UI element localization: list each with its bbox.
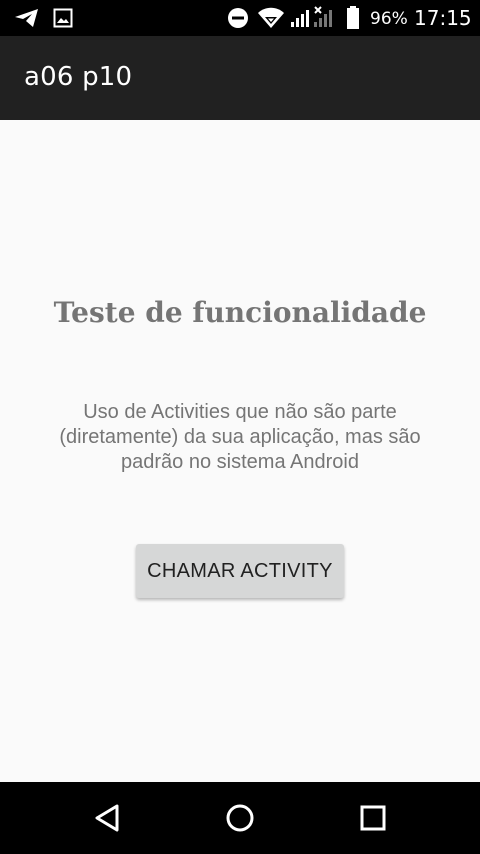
page-heading: Teste de funcionalidade bbox=[53, 296, 427, 329]
home-icon bbox=[226, 804, 254, 832]
app-title: a06 p10 bbox=[24, 62, 133, 92]
signal-no-data-icon bbox=[314, 6, 332, 27]
app-toolbar: a06 p10 bbox=[0, 36, 480, 120]
image-icon bbox=[53, 8, 73, 28]
battery-percentage: 96% bbox=[370, 9, 408, 29]
recents-icon bbox=[360, 805, 386, 831]
navigation-bar bbox=[0, 782, 480, 854]
back-button[interactable] bbox=[85, 796, 129, 840]
home-button[interactable] bbox=[218, 796, 262, 840]
clock: 17:15 bbox=[414, 6, 472, 30]
battery-icon bbox=[347, 6, 359, 29]
do-not-disturb-icon bbox=[228, 8, 248, 28]
telegram-icon bbox=[15, 9, 38, 27]
wifi-icon bbox=[258, 7, 284, 28]
recents-button[interactable] bbox=[351, 796, 395, 840]
back-icon bbox=[95, 804, 119, 832]
status-bar: 96% 17:15 bbox=[0, 0, 480, 36]
signal-icon bbox=[291, 10, 309, 27]
call-activity-button[interactable]: CHAMAR ACTIVITY bbox=[136, 544, 344, 598]
main-content: Teste de funcionalidade Uso de Activitie… bbox=[0, 120, 480, 782]
description-text: Uso de Activities que não são parte (dir… bbox=[59, 401, 421, 473]
